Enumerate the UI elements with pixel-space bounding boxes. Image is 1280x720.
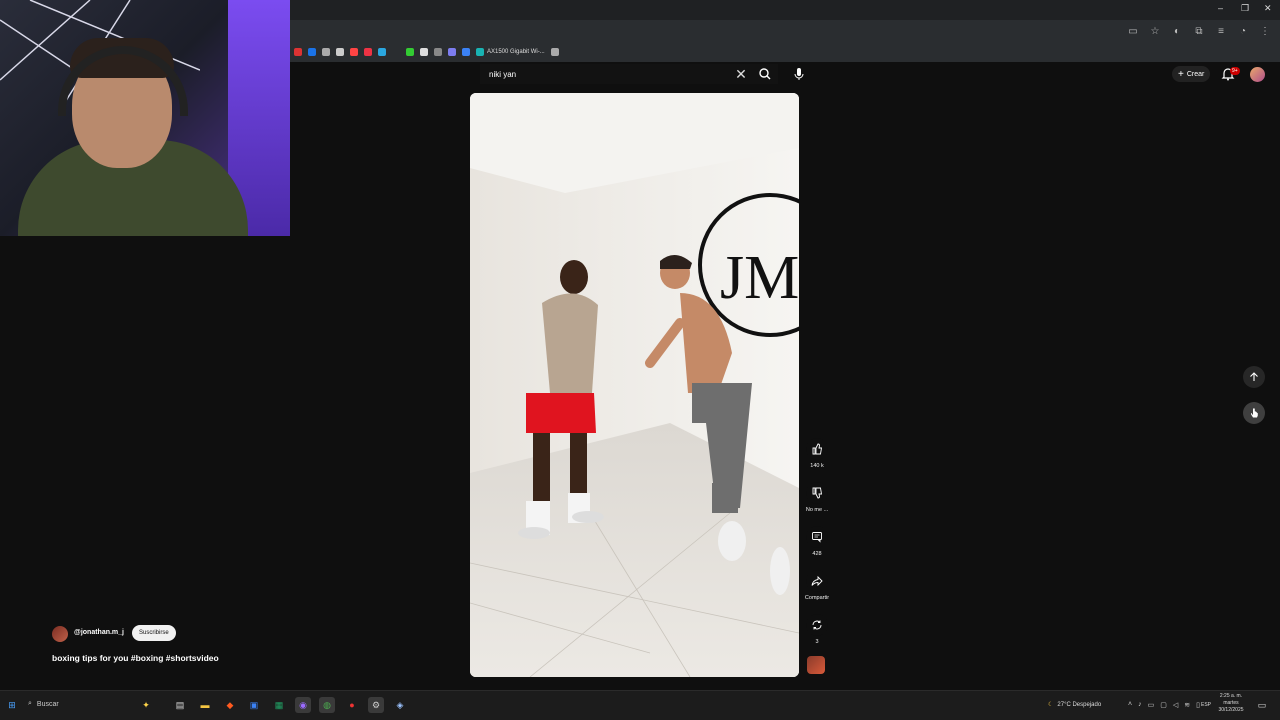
clock[interactable]: 2:25 a. m. martes 30/12/2025 <box>1214 693 1248 714</box>
cursor-hand-icon <box>1251 408 1258 418</box>
bookmark-item[interactable] <box>406 48 414 56</box>
battery-icon[interactable]: ▯ <box>1196 701 1200 709</box>
bookmark-item[interactable] <box>420 48 428 56</box>
settings-icon[interactable]: ⚙ <box>368 697 384 713</box>
language-indicator[interactable]: ESP <box>1201 702 1211 708</box>
video-frame: JM <box>470 93 799 677</box>
chrome-icon[interactable]: ◍ <box>319 697 335 713</box>
excel-icon[interactable]: ▦ <box>271 697 287 713</box>
bookmark-item[interactable] <box>322 48 330 56</box>
taskbar-search[interactable]: ⌕ Buscar <box>28 700 59 708</box>
mic-tray-icon[interactable]: ♪ <box>1138 701 1142 709</box>
taskbar-search-label: Buscar <box>36 700 59 708</box>
voice-search-button[interactable] <box>790 65 808 83</box>
plus-icon: + <box>1178 68 1184 80</box>
comments-button[interactable]: 428 <box>806 526 828 557</box>
system-tray: ˄ ♪ ▭ ▢ ◁ ≋ ▯ <box>1128 701 1200 709</box>
like-count: 140 k <box>810 463 824 469</box>
next-video-button[interactable] <box>1243 402 1265 424</box>
bookmark-item[interactable] <box>378 48 386 56</box>
comment-icon <box>806 526 828 548</box>
channel-handle[interactable]: @jonathan.m_j <box>74 629 124 636</box>
bookmark-item[interactable] <box>308 48 316 56</box>
create-button[interactable]: + Crear <box>1172 66 1211 82</box>
clock-time: 2:25 a. m. <box>1219 693 1243 699</box>
media-icon[interactable]: ≡ <box>1214 24 1228 38</box>
weather-widget[interactable]: ☾ 27°C Despejado <box>1048 701 1102 709</box>
short-video-player[interactable]: JM <box>470 93 799 677</box>
bookmarks-bar: ▭ ☆ ◐ ⧉ ≡ ◔ ⋮ AX1500 Gigabit Wi-... <box>290 20 1280 62</box>
remix-count: 3 <box>815 639 819 645</box>
star-icon[interactable]: ☆ <box>1148 24 1162 38</box>
search-icon <box>759 68 771 80</box>
webcam-overlay <box>0 0 290 236</box>
bookmark-item[interactable] <box>294 48 302 56</box>
file-explorer-icon[interactable]: ▬ <box>197 697 213 713</box>
search-icon: ⌕ <box>28 700 32 707</box>
create-label: Crear <box>1186 70 1205 78</box>
bookmark-item[interactable] <box>434 48 442 56</box>
bookmark-label: AX1500 Gigabit Wi-... <box>487 49 545 55</box>
brave-icon[interactable]: ◆ <box>222 697 238 713</box>
store-icon[interactable]: ▣ <box>246 697 262 713</box>
network-icon[interactable]: ▭ <box>1148 701 1155 709</box>
notification-center-icon[interactable]: ▭ <box>1254 697 1270 713</box>
wifi-icon[interactable]: ≋ <box>1184 701 1190 709</box>
moon-icon: ☾ <box>1048 702 1054 708</box>
chevron-up-icon[interactable]: ˄ <box>1128 701 1132 709</box>
extension-icon[interactable]: ◐ <box>1170 24 1184 38</box>
display-icon[interactable]: ▢ <box>1160 701 1167 709</box>
toolbar-icons: ▭ ☆ ◐ ⧉ ≡ ◔ ⋮ <box>1126 24 1272 38</box>
profile-icon[interactable]: ◔ <box>1236 24 1250 38</box>
dislike-label: No me ... <box>805 507 829 513</box>
copilot-sparkle-icon[interactable]: ✦ <box>138 697 154 713</box>
volume-icon[interactable]: ◁ <box>1173 701 1178 709</box>
bookmark-item[interactable] <box>364 48 372 56</box>
bookmark-item[interactable] <box>462 48 470 56</box>
bookmark-item[interactable] <box>550 48 559 56</box>
bookmark-item[interactable] <box>336 48 344 56</box>
comments-count: 428 <box>812 551 822 557</box>
obs-icon[interactable]: ◉ <box>295 697 311 713</box>
menu-icon[interactable]: ⋮ <box>1258 24 1272 38</box>
close-window-icon[interactable]: ✕ <box>1264 3 1272 14</box>
share-label: Compartir <box>804 595 830 601</box>
previous-video-button[interactable] <box>1243 366 1265 388</box>
thumbs-down-icon <box>806 482 828 504</box>
channel-avatar[interactable] <box>52 626 68 642</box>
clear-search-icon[interactable]: ✕ <box>734 65 748 83</box>
notification-badge: 9+ <box>1230 67 1240 75</box>
like-button[interactable]: 140 k <box>806 438 828 469</box>
share-icon <box>806 570 828 592</box>
bookmark-item[interactable] <box>448 48 456 56</box>
sound-thumbnail[interactable] <box>807 656 825 674</box>
puzzle-icon[interactable]: ⧉ <box>1192 24 1206 38</box>
app-red-icon[interactable]: ● <box>344 697 360 713</box>
subscribe-button[interactable]: Suscribirse <box>132 625 176 641</box>
install-icon[interactable]: ▭ <box>1126 24 1140 38</box>
remix-icon <box>806 614 828 636</box>
account-avatar[interactable] <box>1250 67 1265 82</box>
weather-text: 27°C Despejado <box>1057 701 1102 708</box>
minimize-icon[interactable]: – <box>1218 3 1223 13</box>
dislike-button[interactable]: No me ... <box>806 482 828 513</box>
clock-day: martes <box>1223 700 1239 706</box>
browser-tab-bar: – ❐ ✕ <box>290 0 1280 20</box>
share-button[interactable]: Compartir <box>805 570 829 601</box>
bookmark-router[interactable]: AX1500 Gigabit Wi-... <box>476 48 545 56</box>
wall-logo-text: JM <box>720 244 799 312</box>
bookmark-list: AX1500 Gigabit Wi-... <box>290 44 559 60</box>
thumbs-up-icon <box>806 438 828 460</box>
windows-start-icon[interactable]: ⊞ <box>4 697 20 713</box>
bookmark-item[interactable] <box>350 48 358 56</box>
remix-button[interactable]: 3 <box>806 614 828 645</box>
task-view-icon[interactable]: ▤ <box>172 697 188 713</box>
microphone-icon <box>794 68 804 80</box>
restore-icon[interactable]: ❐ <box>1241 3 1249 14</box>
clock-date: 30/12/2025 <box>1218 707 1244 713</box>
video-title[interactable]: boxing tips for you #boxing #shortsvideo <box>52 653 219 663</box>
arrow-up-icon <box>1250 372 1258 381</box>
steam-icon[interactable]: ◈ <box>392 697 408 713</box>
search-button[interactable] <box>756 64 774 84</box>
